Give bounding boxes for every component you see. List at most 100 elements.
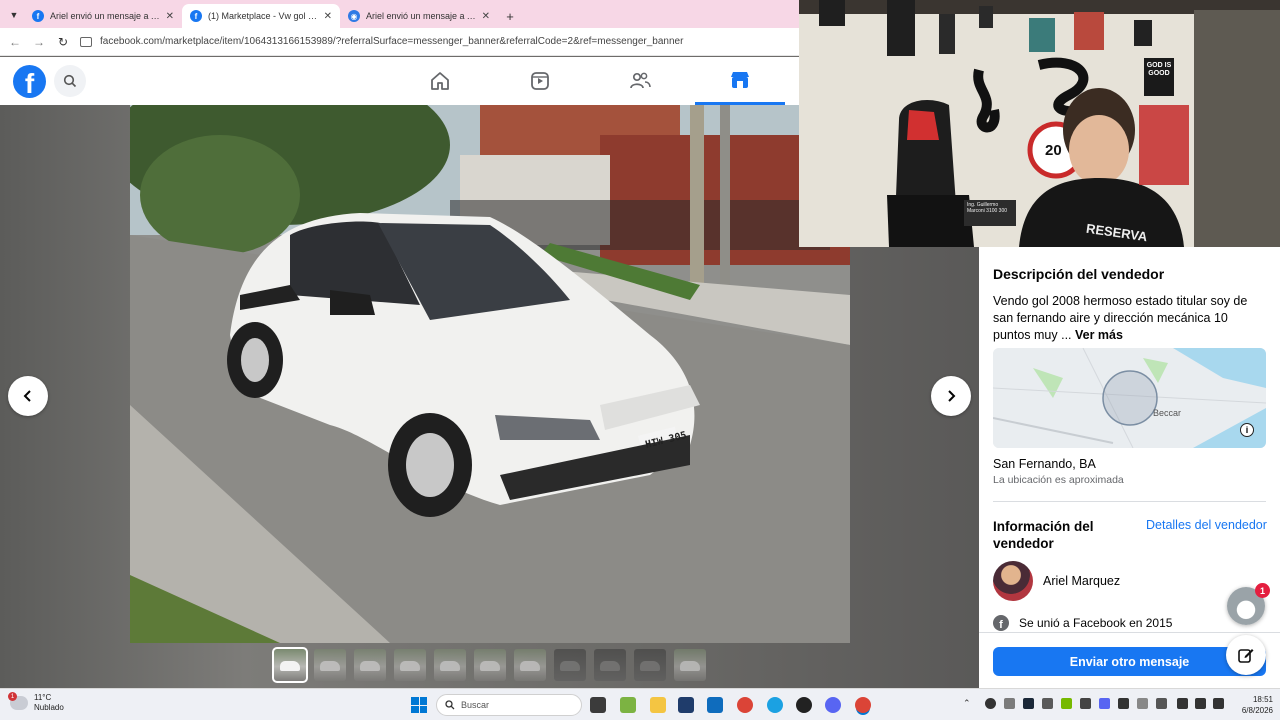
nav-home-button[interactable]	[395, 57, 485, 105]
map-info-icon[interactable]: i	[1240, 423, 1254, 437]
new-message-button[interactable]	[1226, 635, 1266, 675]
weather-badge: 1	[8, 692, 17, 701]
close-icon[interactable]: ✕	[166, 11, 174, 22]
close-icon[interactable]: ✕	[482, 11, 490, 22]
start-button-icon[interactable]	[411, 697, 427, 713]
see-more-link[interactable]: Ver más	[1075, 328, 1123, 342]
seller-name[interactable]: Ariel Marquez	[1043, 574, 1120, 588]
forward-arrow-icon[interactable]: →	[32, 35, 46, 49]
poster-text: GOD IS GOOD	[1146, 62, 1172, 77]
steam-icon[interactable]	[1023, 698, 1034, 709]
battery-icon[interactable]	[1213, 698, 1224, 709]
location-map[interactable]: Beccar i	[993, 348, 1266, 448]
obs-icon[interactable]	[796, 697, 812, 713]
chevron-up-icon[interactable]: ⌃	[963, 698, 971, 709]
widgets-icon[interactable]	[620, 697, 636, 713]
browser-tab-2-active[interactable]: f (1) Marketplace - Vw gol 2008 ✕	[182, 4, 340, 28]
nav-video-button[interactable]	[495, 57, 585, 105]
marketplace-icon	[731, 71, 749, 88]
joined-row: f Se unió a Facebook en 2015	[993, 615, 1172, 631]
search-icon	[445, 700, 455, 710]
street-sign-text: Ing. Guillermo Marconi 3100 300	[967, 202, 1008, 214]
tray-app-icon[interactable]	[1137, 698, 1148, 709]
windows-taskbar: 1 11°C Nublado Buscar ⌃ 18:51 6/8/2026	[0, 688, 1280, 720]
taskbar-search[interactable]: Buscar	[436, 694, 582, 716]
tab-label: Ariel envió un mensaje a Ariel	[366, 11, 476, 21]
photo-thumbnail[interactable]	[634, 649, 666, 681]
tab-search-menu-icon[interactable]: ▼	[4, 2, 24, 28]
photo-thumbnail[interactable]	[394, 649, 426, 681]
tray-app-icon[interactable]	[1080, 698, 1091, 709]
nvidia-icon[interactable]	[1061, 698, 1072, 709]
tray-app-icon[interactable]	[985, 698, 996, 709]
photo-thumbnail[interactable]	[434, 649, 466, 681]
joined-text: Se unió a Facebook en 2015	[1019, 616, 1173, 630]
facebook-header: f	[0, 57, 799, 105]
site-info-icon[interactable]	[80, 36, 92, 47]
tray-app-icon[interactable]	[1004, 698, 1015, 709]
tray-app-icon[interactable]	[1118, 698, 1129, 709]
photo-thumbnail[interactable]	[314, 649, 346, 681]
browser-tab-3[interactable]: ◉ Ariel envió un mensaje a Ariel ✕	[340, 4, 498, 28]
weather-desc: Nublado	[34, 703, 64, 712]
wifi-icon[interactable]	[1177, 698, 1188, 709]
webcam-image	[799, 0, 1280, 247]
seller-avatar[interactable]	[993, 561, 1033, 601]
chrome-icon[interactable]	[737, 697, 753, 713]
next-photo-button[interactable]	[931, 376, 971, 416]
discord-icon[interactable]	[825, 697, 841, 713]
video-icon	[531, 72, 549, 90]
nav-marketplace-button[interactable]	[695, 57, 785, 105]
send-another-message-button[interactable]: Enviar otro mensaje	[993, 647, 1266, 676]
listing-photo: HIW 305	[130, 105, 850, 643]
photo-thumbnail[interactable]	[514, 649, 546, 681]
clock[interactable]: 18:51 6/8/2026	[1231, 694, 1273, 716]
photo-thumbnail[interactable]	[272, 647, 308, 683]
seller-details-link[interactable]: Detalles del vendedor	[1146, 518, 1267, 532]
clock-time: 18:51	[1252, 695, 1273, 704]
facebook-logo[interactable]: f	[13, 65, 46, 98]
photo-thumbnail[interactable]	[354, 649, 386, 681]
close-icon[interactable]: ✕	[324, 11, 332, 22]
tab-label: (1) Marketplace - Vw gol 2008	[208, 11, 318, 21]
previous-photo-button[interactable]	[8, 376, 48, 416]
weather-temp: 11°C	[34, 693, 52, 702]
home-icon	[431, 72, 449, 90]
webcam-overlay: GOD IS GOOD 20 Ing. Guillermo Marconi 31…	[799, 0, 1280, 247]
section-divider	[979, 632, 1280, 633]
edge-icon[interactable]	[767, 697, 783, 713]
tray-app-icon[interactable]	[1156, 698, 1167, 709]
photo-thumbnail[interactable]	[674, 649, 706, 681]
search-button[interactable]	[54, 65, 86, 97]
outlook-icon[interactable]	[707, 697, 723, 713]
volume-icon[interactable]	[1195, 698, 1206, 709]
discord-tray-icon[interactable]	[1099, 698, 1110, 709]
url-text: facebook.com/marketplace/item/1064313166…	[100, 36, 684, 47]
back-arrow-icon[interactable]: ←	[8, 35, 22, 49]
chevron-right-icon	[948, 390, 956, 402]
reload-icon[interactable]: ↻	[56, 35, 70, 49]
nav-friends-button[interactable]	[595, 57, 685, 105]
photo-thumbnail[interactable]	[474, 649, 506, 681]
facebook-favicon-icon: f	[190, 10, 202, 22]
chrome-active-icon[interactable]	[855, 697, 871, 713]
tab-label: Ariel envió un mensaje a Ariel	[50, 11, 160, 21]
description-body: Vendo gol 2008 hermoso estado titular so…	[993, 293, 1263, 344]
speed-sign-text: 20	[1045, 142, 1062, 159]
search-icon	[63, 74, 77, 88]
task-view-icon[interactable]	[590, 697, 606, 713]
section-divider	[993, 501, 1266, 502]
file-explorer-icon[interactable]	[650, 697, 666, 713]
map-area-label: Beccar	[1153, 408, 1182, 418]
browser-tab-1[interactable]: f Ariel envió un mensaje a Ariel ✕	[24, 4, 182, 28]
tray-app-icon[interactable]	[1042, 698, 1053, 709]
new-tab-button[interactable]: +	[498, 4, 522, 28]
photo-thumbnail[interactable]	[554, 649, 586, 681]
map-image	[993, 348, 1266, 448]
url-field[interactable]: facebook.com/marketplace/item/1064313166…	[80, 36, 799, 47]
facebook-icon: f	[993, 615, 1009, 631]
store-icon[interactable]	[678, 697, 694, 713]
weather-widget[interactable]: 1 11°C Nublado	[8, 692, 64, 713]
compose-icon	[1238, 649, 1254, 663]
photo-thumbnail[interactable]	[594, 649, 626, 681]
